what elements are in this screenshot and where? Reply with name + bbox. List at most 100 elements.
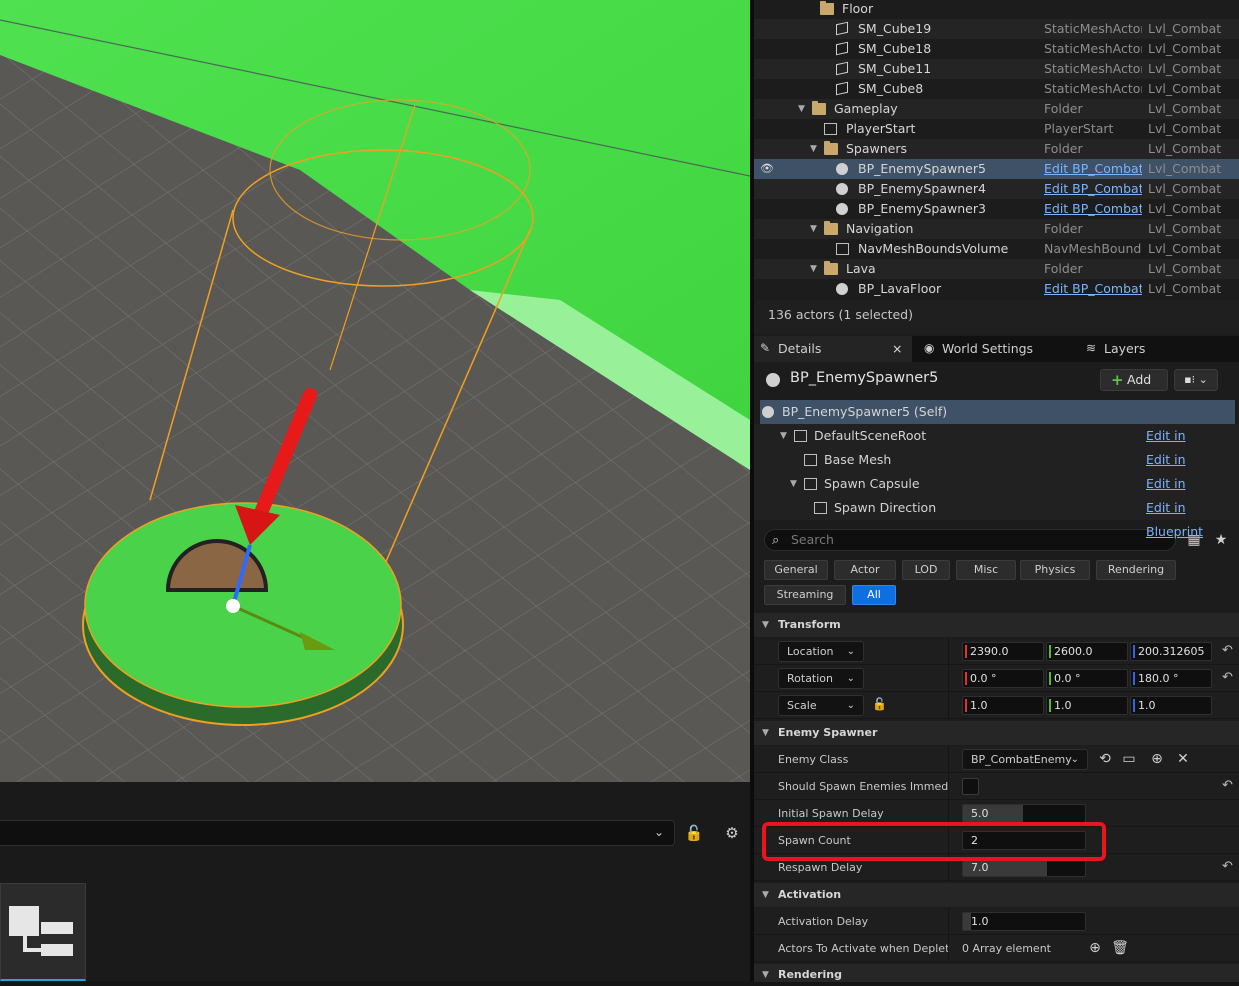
location-dropdown[interactable]: Location ⌄ [778, 641, 864, 662]
location-x-field[interactable]: 2390.0 [962, 642, 1044, 661]
category-rendering[interactable]: ▼ Rendering [754, 964, 1239, 982]
scale-z-field[interactable]: 1.0 [1130, 696, 1212, 715]
trash-icon[interactable]: 🗑 [1111, 939, 1129, 957]
add-icon[interactable]: ⊕ [1148, 750, 1166, 768]
outliner-item-level: Lvl_Combat [1148, 41, 1222, 56]
outliner-item-level: Lvl_Combat [1148, 101, 1222, 116]
blueprint-options-button[interactable]: ▪⁝ ⌄ [1174, 369, 1218, 391]
rotation-x-field[interactable]: 0.0 ° [962, 669, 1044, 688]
rotation-y-field[interactable]: 0.0 ° [1046, 669, 1128, 688]
respawn-delay-field[interactable]: 7.0 [962, 858, 1086, 877]
outliner-row[interactable]: BP_EnemySpawner3 Edit BP_Combat Lvl_Combat [754, 199, 1239, 219]
level-viewport[interactable] [0, 0, 750, 782]
details-search-input[interactable]: ⌕ Search [764, 529, 1176, 551]
outliner-row[interactable]: ▼ Spawners Folder Lvl_Combat [754, 139, 1239, 159]
component-row[interactable]: Base MeshEdit in Blueprint [754, 448, 1239, 491]
use-selected-icon[interactable]: ⟲ [1096, 750, 1114, 768]
reset-icon[interactable]: ↶ [1222, 643, 1233, 658]
browse-folder-icon[interactable]: ▭ [1120, 750, 1138, 768]
edit-blueprint-link[interactable]: Edit BP_Combat [1044, 199, 1142, 219]
lock-icon[interactable]: 🔓 [683, 822, 705, 844]
tab-layers[interactable]: ≋ Layers [1080, 336, 1180, 362]
filter-streaming-button[interactable]: Streaming [764, 585, 846, 605]
edit-in-blueprint-link[interactable]: Edit in Blueprint [1146, 496, 1239, 544]
activation-delay-field[interactable]: 1.0 [962, 912, 1086, 931]
rotation-z-field[interactable]: 180.0 ° [1130, 669, 1212, 688]
outliner-item-name: SM_Cube11 [858, 61, 932, 76]
outliner-item-name: SM_Cube8 [858, 81, 924, 96]
component-icon [804, 478, 817, 490]
scale-x-field[interactable]: 1.0 [962, 696, 1044, 715]
edit-blueprint-link[interactable]: Edit BP_Combat [1044, 279, 1142, 299]
rotation-dropdown[interactable]: Rotation ⌄ [778, 668, 864, 689]
category-activation[interactable]: ▼ Activation [754, 883, 1239, 907]
add-component-button[interactable]: + Add [1100, 369, 1168, 391]
edit-blueprint-link[interactable]: Edit BP_Combat [1044, 179, 1142, 199]
visibility-eye-icon[interactable]: 👁 [760, 159, 774, 179]
location-z-field[interactable]: 200.312605 [1130, 642, 1212, 661]
chevron-down-icon[interactable]: ▼ [810, 219, 817, 239]
gear-icon[interactable]: ⚙ [721, 822, 743, 844]
outliner-row[interactable]: SM_Cube8 StaticMeshActor Lvl_Combat [754, 79, 1239, 99]
tab-layers-label: Layers [1104, 341, 1146, 356]
chevron-down-icon[interactable]: ▼ [798, 99, 805, 119]
reset-icon[interactable]: ↶ [1222, 859, 1233, 874]
add-element-icon[interactable]: ⊕ [1086, 939, 1104, 957]
lock-icon[interactable]: 🔓 [872, 697, 887, 711]
outliner-row[interactable]: 👁 BP_EnemySpawner5 Edit BP_Combat Lvl_Comba… [754, 159, 1239, 179]
outliner-row[interactable]: BP_EnemySpawner4 Edit BP_Combat Lvl_Combat [754, 179, 1239, 199]
outliner-item-level: Lvl_Combat [1148, 241, 1222, 256]
filter-general-button[interactable]: General [764, 560, 828, 580]
component-row[interactable]: Spawn Direction Edit in Blueprint [754, 496, 1239, 539]
scale-y-field[interactable]: 1.0 [1046, 696, 1128, 715]
outliner-row[interactable]: ▼ Gameplay Folder Lvl_Combat [754, 99, 1239, 119]
component-row[interactable]: ▼DefaultSceneRootEdit in Blueprint [754, 424, 1239, 467]
scale-dropdown[interactable]: Scale ⌄ [778, 695, 864, 716]
viewport-scene[interactable] [0, 0, 750, 782]
reset-icon[interactable]: ↶ [1222, 670, 1233, 685]
reset-icon[interactable]: ↶ [1222, 778, 1233, 793]
edit-blueprint-link[interactable]: Edit BP_Combat [1044, 159, 1142, 179]
initial-delay-field[interactable]: 5.0 [962, 804, 1086, 823]
filter-lod-button[interactable]: LOD [902, 560, 950, 580]
category-enemy-spawner[interactable]: ▼ Enemy Spawner [754, 721, 1239, 745]
outliner-row[interactable]: SM_Cube18 StaticMeshActor Lvl_Combat [754, 39, 1239, 59]
bottom-panel [0, 782, 750, 981]
filter-all-button[interactable]: All [852, 585, 896, 605]
chevron-down-icon[interactable]: ▼ [780, 424, 787, 448]
enemy-class-dropdown[interactable]: BP_CombatEnemy ⌄ [962, 749, 1088, 770]
tab-world-settings[interactable]: ◉ World Settings [918, 336, 1078, 362]
outliner-row[interactable]: Floor [754, 0, 1239, 19]
spawn-count-field[interactable]: 2 [962, 831, 1086, 850]
outliner-row[interactable]: SM_Cube19 StaticMeshActor Lvl_Combat [754, 19, 1239, 39]
category-transform[interactable]: ▼ Transform [754, 613, 1239, 637]
clear-icon[interactable]: ✕ [1174, 750, 1192, 768]
filter-misc-button[interactable]: Misc [956, 560, 1016, 580]
tab-details[interactable]: ✎ Details × [754, 336, 912, 362]
chevron-down-icon[interactable]: ▼ [810, 139, 817, 159]
outliner-row[interactable]: ▼ Lava Folder Lvl_Combat [754, 259, 1239, 279]
filter-physics-button[interactable]: Physics [1020, 560, 1090, 580]
chevron-down-icon[interactable]: ⌄ [654, 825, 664, 839]
filter-actor-button[interactable]: Actor [834, 560, 896, 580]
chevron-down-icon[interactable]: ▼ [810, 259, 817, 279]
asset-thumbnail[interactable] [0, 883, 86, 981]
component-name: DefaultSceneRoot [814, 428, 927, 443]
path-filter-bar[interactable]: ⌄ [0, 820, 675, 846]
outliner-row[interactable]: BP_LavaFloor Edit BP_Combat Lvl_Combat [754, 279, 1239, 299]
should-spawn-checkbox[interactable] [962, 778, 979, 795]
outliner-row[interactable]: NavMeshBoundsVolume NavMeshBounds Lvl_Comb… [754, 239, 1239, 259]
close-icon[interactable]: × [892, 336, 902, 362]
outliner-row[interactable]: SM_Cube11 StaticMeshActor Lvl_Combat [754, 59, 1239, 79]
filter-rendering-button[interactable]: Rendering [1096, 560, 1176, 580]
chevron-down-icon[interactable]: ▼ [790, 472, 797, 496]
component-row[interactable]: BP_EnemySpawner5 (Self) [760, 400, 1235, 424]
location-y-field[interactable]: 2600.0 [1046, 642, 1128, 661]
outliner-row[interactable]: PlayerStart PlayerStart Lvl_Combat [754, 119, 1239, 139]
outliner-item-type: Folder [1044, 101, 1083, 116]
outliner-row[interactable]: ▼ Navigation Folder Lvl_Combat [754, 219, 1239, 239]
component-row[interactable]: ▼Spawn CapsuleEdit in Blueprint [754, 472, 1239, 515]
actor-name[interactable]: BP_EnemySpawner5 [790, 370, 938, 386]
static-mesh-icon [836, 41, 848, 56]
outliner-item-level: Lvl_Combat [1148, 61, 1222, 76]
